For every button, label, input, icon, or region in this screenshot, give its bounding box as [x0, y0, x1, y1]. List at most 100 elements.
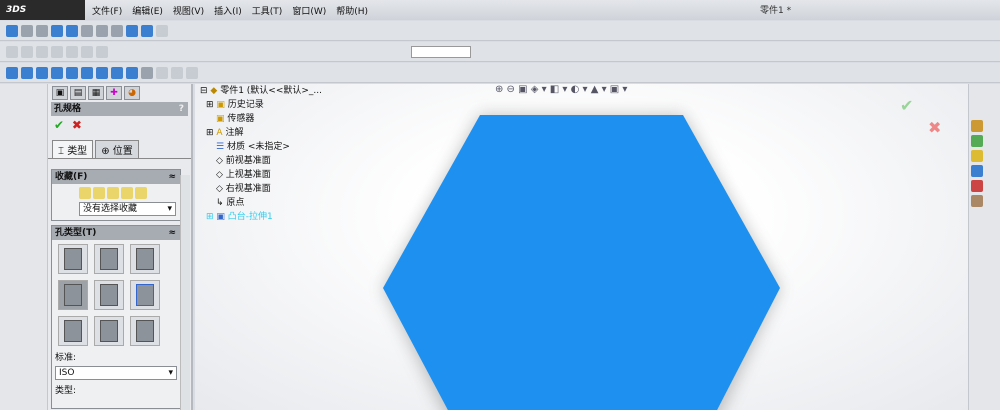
countersink-slot-button[interactable]: [94, 316, 124, 346]
counterbore-button[interactable]: [58, 244, 88, 274]
menu-insert[interactable]: 插入(I): [214, 4, 242, 17]
zoom-area-icon[interactable]: [36, 24, 48, 37]
collapse-icon[interactable]: ≈: [168, 170, 176, 184]
tree-item-history[interactable]: ⊞ ▣ 历史记录: [200, 98, 322, 112]
hole-button[interactable]: [130, 244, 160, 274]
standard-select[interactable]: ISO ▾: [55, 366, 177, 380]
panel-title-bar: 孔规格?: [51, 102, 188, 116]
configuration-tab-icon[interactable]: ▦: [88, 86, 104, 100]
part-icon: ◆: [210, 86, 218, 96]
left-view-icon[interactable]: [51, 66, 63, 79]
tree-item-origin[interactable]: ↳ 原点: [200, 196, 322, 210]
plane-icon: ◇: [216, 184, 223, 194]
favorite-apply-icon[interactable]: [79, 187, 91, 199]
menu-window[interactable]: 窗口(W): [292, 4, 326, 17]
property-manager-tab-icon[interactable]: ▤: [70, 86, 86, 100]
zoom-fit-icon[interactable]: [6, 24, 18, 37]
view-palette-icon[interactable]: [971, 165, 983, 177]
help-icon[interactable]: ?: [179, 102, 184, 116]
back-view-icon[interactable]: [36, 66, 48, 79]
menu-bar: 3DS SOLIDWORKS 文件(F) 编辑(E) 视图(V) 插入(I) 工…: [0, 0, 1000, 35]
print-icon[interactable]: [51, 45, 63, 58]
rebuild-icon[interactable]: [81, 45, 93, 58]
folder-icon: ▣: [216, 114, 225, 124]
panel-title: 孔规格: [54, 104, 82, 114]
shaded-icon[interactable]: [141, 24, 153, 37]
trimetric-view-icon[interactable]: [111, 66, 123, 79]
feature-tree-tab-icon[interactable]: ▣: [52, 86, 68, 100]
isometric-view-icon[interactable]: [66, 66, 78, 79]
new-icon[interactable]: [6, 45, 18, 58]
rotate-icon[interactable]: [51, 24, 63, 37]
config-dropdown[interactable]: [411, 45, 471, 58]
favorites-select[interactable]: 没有选择收藏 ▾: [79, 202, 176, 216]
top-view-icon[interactable]: [81, 66, 93, 79]
tree-item-annotations[interactable]: ⊞ A 注解: [200, 126, 322, 140]
tree-item-front-plane[interactable]: ◇ 前视基准面: [200, 154, 322, 168]
appearances-icon[interactable]: [971, 180, 983, 192]
options-icon[interactable]: [96, 45, 108, 58]
file-explorer-icon[interactable]: [971, 150, 983, 162]
wireframe-icon[interactable]: [81, 24, 93, 37]
collapse-icon[interactable]: ≈: [168, 226, 176, 240]
extrude-icon[interactable]: [156, 66, 168, 79]
tree-item-right-plane[interactable]: ◇ 右视基准面: [200, 182, 322, 196]
countersink-button[interactable]: [94, 244, 124, 274]
tree-root[interactable]: ⊟ ◆ 零件1 (默认<<默认>_...: [200, 84, 322, 98]
save-icon[interactable]: [36, 45, 48, 58]
legacy-button[interactable]: [130, 280, 160, 310]
custom-properties-icon[interactable]: [971, 195, 983, 207]
annotation-icon: A: [216, 128, 223, 138]
menu-edit[interactable]: 编辑(E): [132, 4, 163, 17]
pipe-tap-button[interactable]: [94, 280, 124, 310]
sketch-icon[interactable]: [141, 66, 153, 79]
hexagon-extrusion[interactable]: [383, 115, 780, 410]
favorite-save-icon[interactable]: [121, 187, 133, 199]
resources-icon[interactable]: [971, 120, 983, 132]
confirm-cancel-icon[interactable]: ✖: [928, 118, 941, 137]
tap-button[interactable]: [58, 280, 88, 310]
zoom-icon[interactable]: [21, 24, 33, 37]
select-icon[interactable]: [66, 45, 78, 58]
fillet-icon[interactable]: [186, 66, 198, 79]
confirm-ok-icon[interactable]: ✔: [900, 96, 913, 115]
cancel-button[interactable]: ✖: [72, 118, 82, 132]
menu-tools[interactable]: 工具(T): [252, 4, 283, 17]
tab-type[interactable]: ⌶ 类型: [52, 140, 94, 158]
favorite-load-icon[interactable]: [135, 187, 147, 199]
favorite-delete-icon[interactable]: [107, 187, 119, 199]
solidworks-logo: 3DS SOLIDWORKS: [0, 0, 85, 35]
front-view-icon[interactable]: [21, 66, 33, 79]
ok-button[interactable]: ✔: [54, 118, 64, 132]
position-icon: ⊕: [101, 146, 113, 157]
shaded-edges-icon[interactable]: [126, 24, 138, 37]
hidden-lines-icon[interactable]: [96, 24, 108, 37]
menu-view[interactable]: 视图(V): [173, 4, 204, 17]
menu-file[interactable]: 文件(F): [92, 4, 122, 17]
tree-item-boss-extrude[interactable]: ⊞ ▣ 凸台-拉伸1: [200, 210, 322, 224]
counterbore-slot-button[interactable]: [58, 316, 88, 346]
slot-button[interactable]: [130, 316, 160, 346]
pan-icon[interactable]: [66, 24, 78, 37]
dimxpert-tab-icon[interactable]: ✚: [106, 86, 122, 100]
normal-to-icon[interactable]: [6, 66, 18, 79]
tree-item-material[interactable]: ☰ 材质 <未指定>: [200, 140, 322, 154]
display-manager-tab-icon[interactable]: ◕: [124, 86, 140, 100]
tree-item-top-plane[interactable]: ◇ 上视基准面: [200, 168, 322, 182]
tree-item-sensors[interactable]: ▣ 传感器: [200, 112, 322, 126]
heads-up-view-toolbar[interactable]: ⊕ ⊖ ▣ ◈ ▾ ◧ ▾ ◐ ▾ ▲ ▾ ▣ ▾: [495, 84, 627, 95]
favorites-header: 收藏(F): [55, 172, 88, 182]
task-pane-strip: [968, 84, 1000, 410]
tab-position[interactable]: ⊕ 位置: [95, 140, 139, 158]
material-icon: ☰: [216, 142, 225, 152]
bottom-view-icon[interactable]: [96, 66, 108, 79]
open-icon[interactable]: [21, 45, 33, 58]
favorite-add-icon[interactable]: [93, 187, 105, 199]
menu-help[interactable]: 帮助(H): [336, 4, 368, 17]
dimetric-view-icon[interactable]: [126, 66, 138, 79]
panel-scrollbar[interactable]: [180, 175, 190, 410]
hidden-removed-icon[interactable]: [111, 24, 123, 37]
revolve-icon[interactable]: [171, 66, 183, 79]
shadow-icon[interactable]: [156, 24, 168, 37]
design-library-icon[interactable]: [971, 135, 983, 147]
